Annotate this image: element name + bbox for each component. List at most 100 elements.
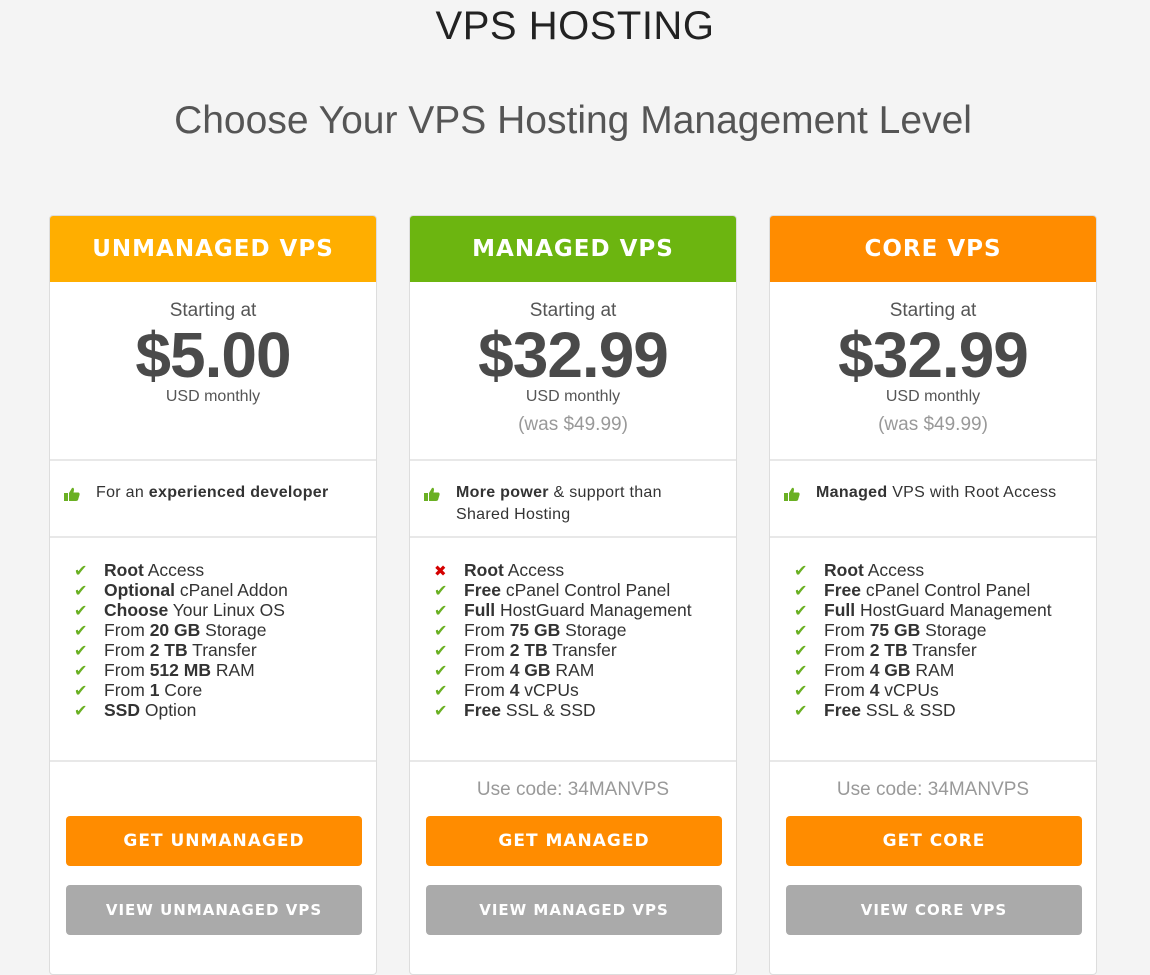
feature-bold: Free <box>824 580 861 600</box>
actions-section: Use code: 34MANVPS GET CORE VIEW CORE VPS <box>770 762 1096 974</box>
view-plan-button[interactable]: VIEW MANAGED VPS <box>426 885 722 935</box>
tagline-section: For an experienced developer <box>50 461 376 538</box>
tagline-text: For an experienced developer <box>96 484 329 501</box>
check-icon: ✔ <box>74 683 88 700</box>
tagline-section: More power & support than Shared Hosting <box>410 461 736 538</box>
feature-item: ✔ From 2 TB Transfer <box>434 640 617 660</box>
feature-item: ✔ Root Access <box>74 560 205 580</box>
check-icon: ✔ <box>434 663 448 680</box>
tagline-text: More power & support than Shared Hosting <box>456 484 662 523</box>
feature-item: ✔ From 20 GB Storage <box>74 620 267 640</box>
feature-item: ✔ From 75 GB Storage <box>794 620 987 640</box>
plan-card-unmanaged: UNMANAGED VPS Starting at $5.00 USD monthly… <box>49 215 377 975</box>
check-icon: ✔ <box>794 703 808 720</box>
plan-name: UNMANAGED VPS <box>50 216 376 282</box>
feature-list: ✔ Root Access ✔ Free cPanel Control Panel ✔ F… <box>794 560 1052 720</box>
price-section: Starting at $5.00 USD monthly <box>50 282 376 461</box>
feature-bold: Choose <box>104 600 169 620</box>
check-icon: ✔ <box>434 643 448 660</box>
view-plan-button[interactable]: VIEW UNMANAGED VPS <box>66 885 362 935</box>
check-icon: ✔ <box>434 683 448 700</box>
get-plan-button[interactable]: GET UNMANAGED <box>66 816 362 866</box>
feature-item: ✔ Full HostGuard Management <box>434 600 692 620</box>
feature-bold: SSD <box>104 700 140 720</box>
check-icon: ✔ <box>794 663 808 680</box>
was-price: (was $49.99) <box>878 414 988 435</box>
feature-item: ✔ From 4 GB RAM <box>794 660 955 680</box>
feature-bold: 2 TB <box>149 640 188 660</box>
view-plan-button[interactable]: VIEW CORE VPS <box>786 885 1082 935</box>
price-period: USD monthly <box>525 388 621 405</box>
plan-card-core: CORE VPS Starting at $32.99 USD monthly (was… <box>769 215 1097 975</box>
feature-bold: Full <box>824 600 856 620</box>
was-price: (was $49.99) <box>518 414 628 435</box>
feature-item: ✔ Optional cPanel Addon <box>74 580 288 600</box>
check-icon: ✔ <box>434 703 448 720</box>
feature-bold: Root <box>464 560 504 580</box>
promo-code: Use code: 34MANVPS <box>836 779 1030 800</box>
feature-item: ✔ Free cPanel Control Panel <box>434 580 671 600</box>
feature-bold: 2 TB <box>509 640 548 660</box>
check-icon: ✔ <box>794 683 808 700</box>
feature-bold: 512 MB <box>149 660 211 680</box>
promo-code: Use code: 34MANVPS <box>476 779 670 800</box>
feature-bold: 20 GB <box>149 620 201 640</box>
thumbs-up-icon <box>64 487 80 501</box>
feature-item: ✔ From 4 vCPUs <box>434 680 579 700</box>
feature-bold: Root <box>104 560 144 580</box>
price-section: Starting at $32.99 USD monthly (was $49.99) <box>410 282 736 461</box>
feature-bold: Free <box>824 700 861 720</box>
cross-icon: ✖ <box>434 563 447 580</box>
feature-bold: 4 <box>869 680 880 700</box>
tagline-text: Managed VPS with Root Access <box>816 484 1057 501</box>
price-period: USD monthly <box>165 388 261 405</box>
feature-bold: Full <box>464 600 496 620</box>
check-icon: ✔ <box>794 603 808 620</box>
page-subtitle: Choose Your VPS Hosting Management Level <box>174 99 972 142</box>
feature-bold: 2 TB <box>869 640 908 660</box>
price-value: $32.99 <box>478 319 669 391</box>
feature-item: ✔ From 1 Core <box>74 680 203 700</box>
feature-item: ✔ From 512 MB RAM <box>74 660 255 680</box>
features-section: ✖ Root Access ✔ Free cPanel Control Panel ✔ F… <box>410 538 736 762</box>
actions-section: Use code: 34MANVPS GET MANAGED VIEW MANAGE… <box>410 762 736 974</box>
get-plan-button[interactable]: GET CORE <box>786 816 1082 866</box>
check-icon: ✔ <box>74 583 88 600</box>
feature-bold: 75 GB <box>509 620 561 640</box>
check-icon: ✔ <box>74 643 88 660</box>
feature-bold: Free <box>464 580 501 600</box>
feature-bold: Free <box>464 700 501 720</box>
actions-section: GET UNMANAGED VIEW UNMANAGED VPS <box>50 762 376 974</box>
feature-bold: 75 GB <box>869 620 921 640</box>
feature-item: ✔ Choose Your Linux OS <box>74 600 285 620</box>
price-section: Starting at $32.99 USD monthly (was $49.99) <box>770 282 1096 461</box>
check-icon: ✔ <box>74 603 88 620</box>
feature-item: ✔ From 75 GB Storage <box>434 620 627 640</box>
check-icon: ✔ <box>434 583 448 600</box>
check-icon: ✔ <box>74 663 88 680</box>
feature-item: ✔ SSD Option <box>74 700 197 720</box>
feature-item: ✔ From 4 GB RAM <box>434 660 595 680</box>
price-period: USD monthly <box>885 388 981 405</box>
page-title: VPS HOSTING <box>435 4 715 48</box>
check-icon: ✔ <box>434 603 448 620</box>
feature-item: ✔ Free SSL & SSD <box>794 700 956 720</box>
features-section: ✔ Root Access ✔ Optional cPanel Addon ✔ Choos… <box>50 538 376 762</box>
feature-item: ✔ Free SSL & SSD <box>434 700 596 720</box>
feature-item: ✔ From 2 TB Transfer <box>74 640 257 660</box>
thumbs-up-icon <box>784 487 800 501</box>
get-plan-button[interactable]: GET MANAGED <box>426 816 722 866</box>
feature-bold: 4 GB <box>509 660 551 680</box>
features-section: ✔ Root Access ✔ Free cPanel Control Panel ✔ F… <box>770 538 1096 762</box>
feature-bold: 1 <box>149 680 160 700</box>
check-icon: ✔ <box>794 643 808 660</box>
check-icon: ✔ <box>74 703 88 720</box>
price-value: $32.99 <box>838 319 1029 391</box>
price-value: $5.00 <box>135 319 291 391</box>
check-icon: ✔ <box>434 623 448 640</box>
feature-list: ✔ Root Access ✔ Optional cPanel Addon ✔ Choos… <box>74 560 288 720</box>
feature-bold: Root <box>824 560 864 580</box>
check-icon: ✔ <box>74 623 88 640</box>
check-icon: ✔ <box>74 563 88 580</box>
plan-card-managed: MANAGED VPS Starting at $32.99 USD monthly(… <box>409 215 737 975</box>
